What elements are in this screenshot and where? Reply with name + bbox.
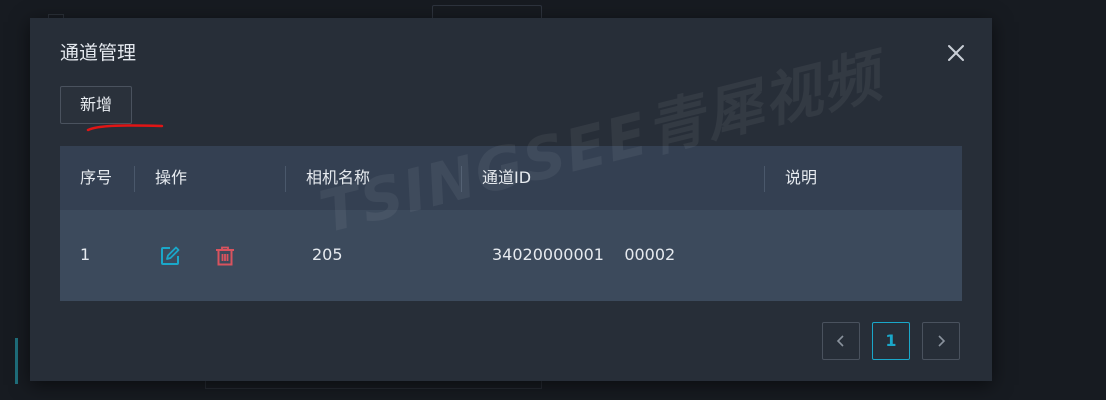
column-divider [134, 166, 135, 192]
column-divider [764, 166, 765, 192]
column-header-channel-id: 通道ID [482, 168, 532, 187]
pagination-next-button[interactable] [922, 322, 960, 360]
annotation-underline [86, 124, 164, 132]
cell-channel-id: 34020000001 00002 [492, 245, 676, 264]
edit-icon [161, 246, 180, 265]
column-divider [285, 166, 286, 192]
column-header-camera-name: 相机名称 [306, 168, 371, 187]
channel-table: 序号 操作 相机名称 通道ID 说明 1 205 34020000001 000… [60, 146, 962, 301]
edit-button[interactable] [159, 245, 181, 267]
close-icon [948, 45, 964, 61]
cell-camera-name: 205 [312, 245, 343, 264]
chevron-right-icon [938, 335, 946, 347]
background-accent-bar [15, 338, 18, 384]
channel-management-dialog: 通道管理 新增 序号 操作 相机名称 通道ID 说明 1 205 3402000… [30, 18, 992, 381]
add-button[interactable]: 新增 [60, 86, 132, 124]
column-divider [461, 166, 462, 192]
column-header-description: 说明 [785, 168, 818, 187]
trash-icon [216, 246, 234, 266]
pagination-prev-button[interactable] [822, 322, 860, 360]
dialog-title: 通道管理 [60, 42, 137, 64]
table-header: 序号 操作 相机名称 通道ID 说明 [60, 146, 962, 210]
close-button[interactable] [944, 41, 968, 65]
table-row: 1 205 34020000001 00002 [60, 210, 962, 301]
column-header-actions: 操作 [155, 168, 188, 187]
delete-button[interactable] [214, 245, 236, 267]
chevron-left-icon [836, 335, 844, 347]
cell-index: 1 [80, 245, 91, 264]
pagination-page-current[interactable]: 1 [872, 322, 910, 360]
column-header-index: 序号 [80, 168, 113, 187]
